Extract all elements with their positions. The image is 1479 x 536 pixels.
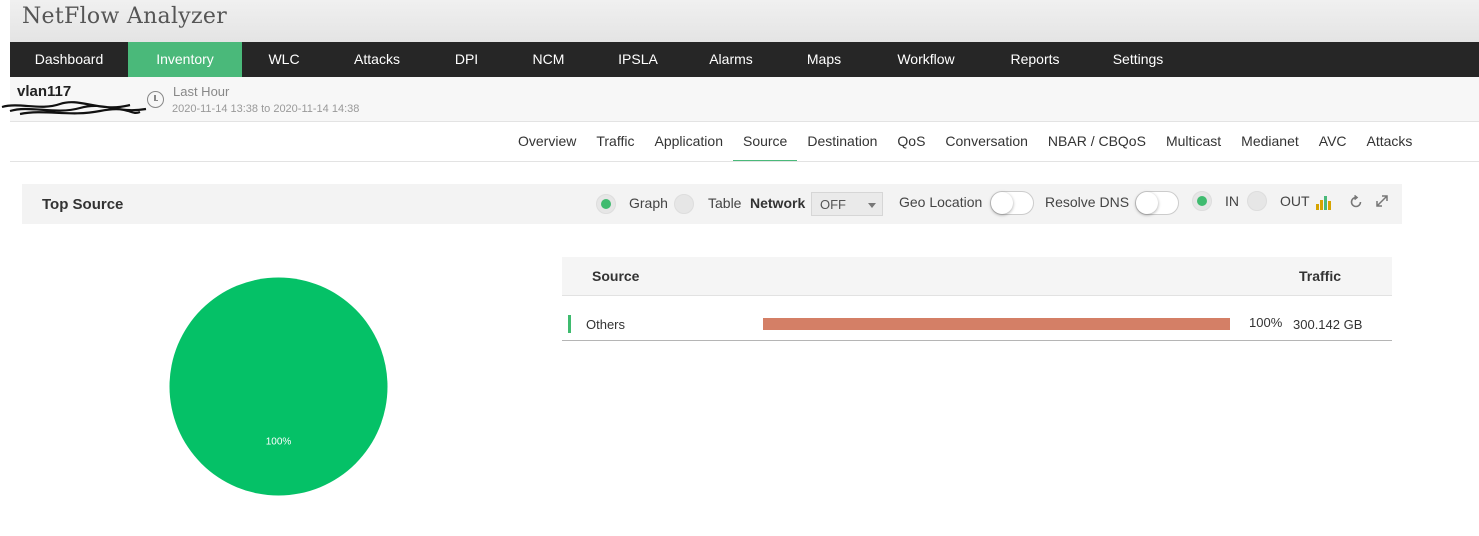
title-bar: NetFlow Analyzer — [10, 0, 1479, 42]
table-radio[interactable] — [674, 194, 694, 214]
top-source-table: Source Traffic Others 100% 300.142 GB — [562, 257, 1392, 341]
widget-header: Top Source Graph Table Network OFF Geo L… — [22, 184, 1402, 224]
table-row[interactable]: Others 100% 300.142 GB — [562, 296, 1392, 341]
tab-medianet[interactable]: Medianet — [1231, 122, 1309, 162]
tab-destination[interactable]: Destination — [797, 122, 887, 162]
report-tabs: Overview Traffic Application Source Dest… — [508, 122, 1422, 162]
geo-location-label: Geo Location — [899, 194, 983, 210]
out-label[interactable]: OUT — [1280, 193, 1310, 209]
time-period-range: 2020-11-14 13:38 to 2020-11-14 14:38 — [172, 103, 360, 115]
nav-item-maps[interactable]: Maps — [778, 42, 870, 77]
network-select-value: OFF — [820, 197, 846, 212]
resolve-dns-toggle[interactable] — [1135, 191, 1179, 215]
row-traffic-percent: 100% — [1249, 315, 1283, 330]
app-title: NetFlow Analyzer — [22, 4, 228, 29]
nav-item-wlc[interactable]: WLC — [242, 42, 326, 77]
tabs-divider — [10, 161, 1479, 162]
tab-application[interactable]: Application — [644, 122, 733, 162]
tab-conversation[interactable]: Conversation — [935, 122, 1038, 162]
tab-source[interactable]: Source — [732, 122, 798, 162]
tab-nbar-cbqos[interactable]: NBAR / CBQoS — [1038, 122, 1156, 162]
tab-overview[interactable]: Overview — [508, 122, 586, 162]
table-header: Source Traffic — [562, 257, 1392, 296]
tab-multicast[interactable]: Multicast — [1156, 122, 1231, 162]
nav-item-workflow[interactable]: Workflow — [870, 42, 982, 77]
nav-item-alarms[interactable]: Alarms — [684, 42, 778, 77]
device-header: vlan117 Last Hour 2020-11-14 13:38 to 20… — [1, 77, 1479, 122]
pie-chart-container: 100% — [168, 276, 389, 497]
tab-qos[interactable]: QoS — [887, 122, 935, 162]
nav-item-ncm[interactable]: NCM — [505, 42, 592, 77]
expand-icon[interactable] — [1376, 195, 1388, 207]
in-radio[interactable] — [1192, 191, 1212, 211]
out-radio[interactable] — [1247, 191, 1267, 211]
tab-avc[interactable]: AVC — [1309, 122, 1357, 162]
table-label[interactable]: Table — [708, 195, 741, 211]
tab-traffic[interactable]: Traffic — [586, 122, 644, 162]
main-nav: Dashboard Inventory WLC Attacks DPI NCM … — [10, 42, 1479, 77]
resolve-dns-label: Resolve DNS — [1045, 194, 1130, 210]
network-label: Network — [750, 195, 806, 211]
clock-icon[interactable] — [147, 91, 164, 108]
traffic-bar — [763, 318, 1230, 330]
nav-item-inventory[interactable]: Inventory — [128, 42, 242, 77]
traffic-bar-fill — [763, 318, 1230, 330]
column-header-traffic[interactable]: Traffic — [1299, 268, 1341, 284]
graph-radio[interactable] — [596, 194, 616, 214]
tab-attacks[interactable]: Attacks — [1357, 122, 1423, 162]
nav-item-reports[interactable]: Reports — [982, 42, 1088, 77]
network-select[interactable]: OFF — [811, 192, 883, 216]
nav-item-dpi[interactable]: DPI — [428, 42, 505, 77]
chevron-down-icon — [868, 203, 876, 208]
time-period-label[interactable]: Last Hour — [173, 84, 229, 99]
graph-label[interactable]: Graph — [629, 195, 668, 211]
bar-chart-icon[interactable] — [1316, 194, 1332, 210]
pie-chart: 100% — [169, 277, 388, 496]
column-header-source[interactable]: Source — [592, 268, 639, 284]
pie-data-label: 100% — [266, 437, 292, 448]
row-color-marker — [568, 315, 571, 333]
widget-title: Top Source — [42, 196, 124, 213]
redaction-scribble — [1, 101, 147, 116]
in-label[interactable]: IN — [1225, 193, 1239, 209]
device-name: vlan117 — [17, 83, 72, 100]
nav-item-settings[interactable]: Settings — [1088, 42, 1188, 77]
row-traffic-volume: 300.142 GB — [1293, 317, 1363, 332]
nav-item-ipsla[interactable]: IPSLA — [592, 42, 684, 77]
refresh-icon[interactable] — [1349, 195, 1363, 209]
pie-slice-others[interactable] — [169, 277, 388, 496]
row-source-name[interactable]: Others — [586, 317, 625, 332]
nav-item-dashboard[interactable]: Dashboard — [10, 42, 128, 77]
nav-item-attacks[interactable]: Attacks — [326, 42, 428, 77]
geo-location-toggle[interactable] — [990, 191, 1034, 215]
